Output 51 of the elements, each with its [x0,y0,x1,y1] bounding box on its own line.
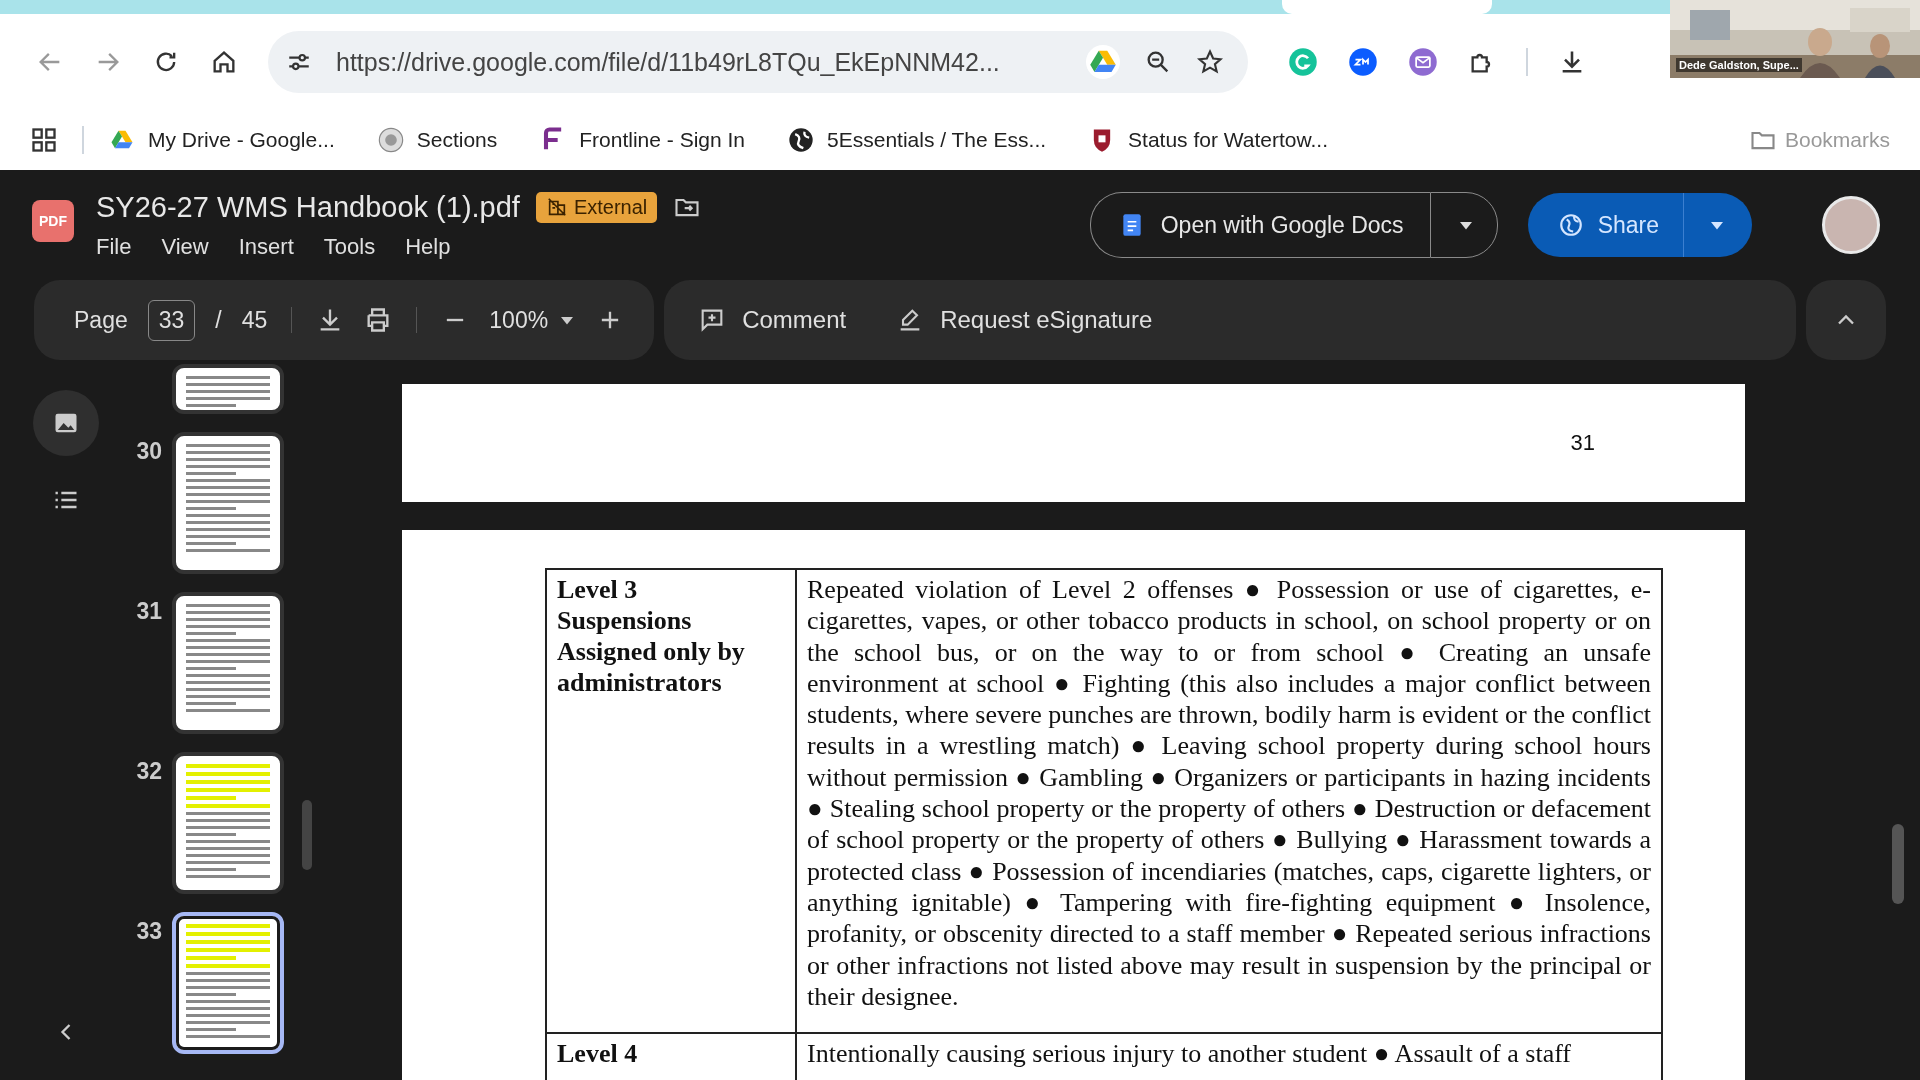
page-thumbnail[interactable] [172,364,284,414]
page-separator: / [215,306,222,334]
bookmark-link[interactable]: Frontline - Sign In [539,126,745,154]
bookmark-link[interactable]: Status for Watertow... [1088,126,1329,154]
participant-name: Dede Galdston, Supe... [1676,58,1802,72]
menu-item[interactable]: Help [405,233,451,260]
level-heading: Level 4 [557,1039,638,1069]
apps-grid-icon[interactable] [30,126,58,154]
avatar[interactable] [1822,196,1880,254]
page-number-field[interactable]: 33 [147,299,196,341]
globe-icon [787,126,815,154]
open-with-button[interactable]: Open with Google Docs [1089,192,1430,258]
level-heading: Level 3 Suspensions Assigned only by administrators [557,575,745,697]
page-thumbnail[interactable] [172,432,284,574]
open-with-dropdown[interactable] [1429,192,1498,258]
page-label: Page [74,306,128,334]
page-thumbnail[interactable] [172,752,284,894]
page-thumbnail[interactable] [172,912,284,1054]
offense-description: Repeated violation of Level 2 offenses ● Possession or use of cigarettes, e-cigarettes, vapes, or other tobacco products in school, on school property or on the school bus, or on the way to or from school ● Creating an unsafe environment at school ● Fighting (this also includes a major conflict between students, where severe punches are thrown, bodily harm is evident or the conflict results in a wrestling match) ● Leaving school property during school hours without permission ● Gambling ● Organizers or participants in hazing incidents ● Stealing school property or the property of others ● Destruction or defacement of school property or the property of others ● Bullying ● Harassment towards a protected class ● Possession of incendiaries (matches, caps, cigarette lighters, or anything ignitable) ● Tampering with fire-fighting equipment ● Insolence, profanity, or obscenity directed to a staff member ● Repeated serious infractions or other infractions not listed above may result in suspension by the principal or their designee. [807,574,1651,1013]
offense-description: Intentionally causing serious injury to another student ● Assault of a staff [807,1038,1573,1070]
drive-icon[interactable] [1086,45,1120,79]
bookmark-link[interactable]: Sections [376,126,498,154]
page-number: 31 [1570,430,1595,456]
zoom-extension-icon[interactable] [1348,47,1378,77]
bookmark-link[interactable]: 5Essentials / The Ess... [787,126,1047,154]
external-label: External [535,191,658,223]
globe-icon [1557,212,1584,238]
esignature-button[interactable]: Request eSignature [896,306,1153,334]
bookmark-link[interactable]: My Drive - Google... [108,126,335,154]
page-thumbnail[interactable] [172,592,284,734]
page-total: 45 [241,306,268,334]
no-building-icon [545,196,568,218]
share-button[interactable]: Share [1527,193,1752,257]
menu-item[interactable]: Tools [323,233,376,260]
menu-item[interactable]: File [96,233,132,260]
menu-item[interactable]: Insert [238,233,294,260]
page-number: 33 [135,918,162,945]
page-number: 31 [135,598,162,625]
url-text: https://drive.google.com/file/d/11b49rL8TQu_EkEpNNM42... [336,47,1001,77]
file-title: SY26-27 WMS Handbook (1).pdf [96,190,520,224]
comment-button[interactable]: Comment [698,306,847,334]
star-icon[interactable] [1196,48,1224,76]
zoom-dropdown[interactable]: 100% [489,306,577,334]
menu-item[interactable]: View [161,233,209,260]
pdf-file-icon: PDF [32,200,74,242]
page-number: 30 [135,438,162,465]
scrollbar[interactable] [1892,824,1904,904]
scrollbar[interactable] [302,800,312,870]
address-bar[interactable]: https://drive.google.com/file/d/11b49rL8TQu_EkEpNNM42... [268,31,1248,93]
page-number: 32 [135,758,162,785]
mail-extension-icon[interactable] [1408,47,1438,77]
